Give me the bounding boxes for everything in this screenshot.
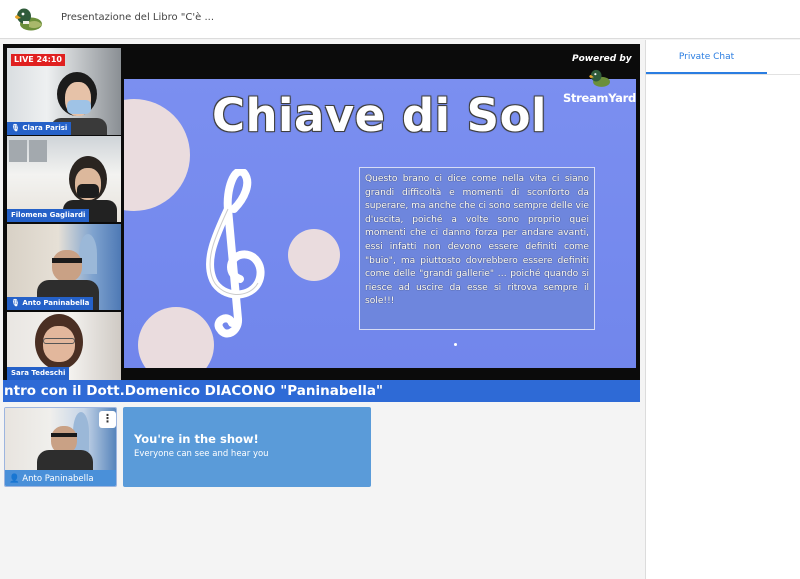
participant-name-label: 🎙 Clara Parisi xyxy=(7,122,72,135)
participant-name-label: Filomena Gagliardi xyxy=(7,209,90,222)
page-title: Presentazione del Libro "C'è ... xyxy=(61,12,215,23)
background-window xyxy=(9,140,27,162)
slide-title: Chiave di Sol xyxy=(212,89,547,142)
top-bar: Presentazione del Libro "C'è ... xyxy=(0,0,800,39)
shared-slide: Chiave di Sol Questo brano ci dice come … xyxy=(124,79,636,368)
glasses xyxy=(52,258,82,263)
decor-circle xyxy=(138,307,214,368)
live-badge: LIVE 24:10 xyxy=(11,54,65,66)
in-show-card: You're in the show! Everyone can see and… xyxy=(123,407,371,487)
participant-tile[interactable]: Filomena Gagliardi xyxy=(7,136,121,222)
powered-by-label: Powered by xyxy=(572,54,632,64)
mic-icon: 🎙 xyxy=(11,124,23,132)
participant-tile[interactable]: LIVE 24:10 🎙 Clara Parisi xyxy=(7,48,121,135)
self-view-tile[interactable]: ⋮ 👤 Anto Paninabella xyxy=(4,407,117,487)
glasses xyxy=(51,433,77,437)
participant-shoulders xyxy=(37,450,93,470)
background-window xyxy=(29,140,47,162)
participant-name-label: 🎙 Anto Paninabella xyxy=(7,297,94,310)
tab-private-chat[interactable]: Private Chat xyxy=(646,40,767,74)
participant-tile[interactable]: Sara Tedeschi xyxy=(7,312,121,380)
in-show-title: You're in the show! xyxy=(134,432,259,446)
participant-face xyxy=(43,326,75,362)
self-name-label: 👤 Anto Paninabella xyxy=(5,470,116,486)
decor-circle xyxy=(288,229,340,281)
broadcast-stage: LIVE 24:10 🎙 Clara Parisi Filomena Gagli… xyxy=(3,44,640,402)
decor-circle xyxy=(124,99,190,211)
cursor-dot xyxy=(454,343,457,346)
chat-divider xyxy=(646,74,800,75)
treble-clef-icon xyxy=(205,169,265,338)
more-vertical-icon[interactable]: ⋮ xyxy=(99,411,116,428)
chat-panel: Private Chat xyxy=(645,40,800,579)
lower-third-banner: ntro con il Dott.Domenico DIACONO "Panin… xyxy=(3,380,640,402)
in-show-subtitle: Everyone can see and hear you xyxy=(134,449,269,459)
streamyard-duck-icon[interactable] xyxy=(14,6,44,32)
participant-tile[interactable]: 🎙 Anto Paninabella xyxy=(7,224,121,310)
face-mask xyxy=(77,184,99,198)
mic-icon: 🎙 xyxy=(11,299,23,307)
brand-name: StreamYard xyxy=(563,91,636,105)
slide-text-box: Questo brano ci dice come nella vita ci … xyxy=(359,167,595,330)
participant-face xyxy=(52,250,82,282)
participant-name-label: Sara Tedeschi xyxy=(7,367,70,380)
face-mask xyxy=(67,100,91,114)
streamyard-duck-icon xyxy=(589,69,610,87)
person-icon: 👤 xyxy=(9,474,23,484)
glasses xyxy=(43,338,75,344)
